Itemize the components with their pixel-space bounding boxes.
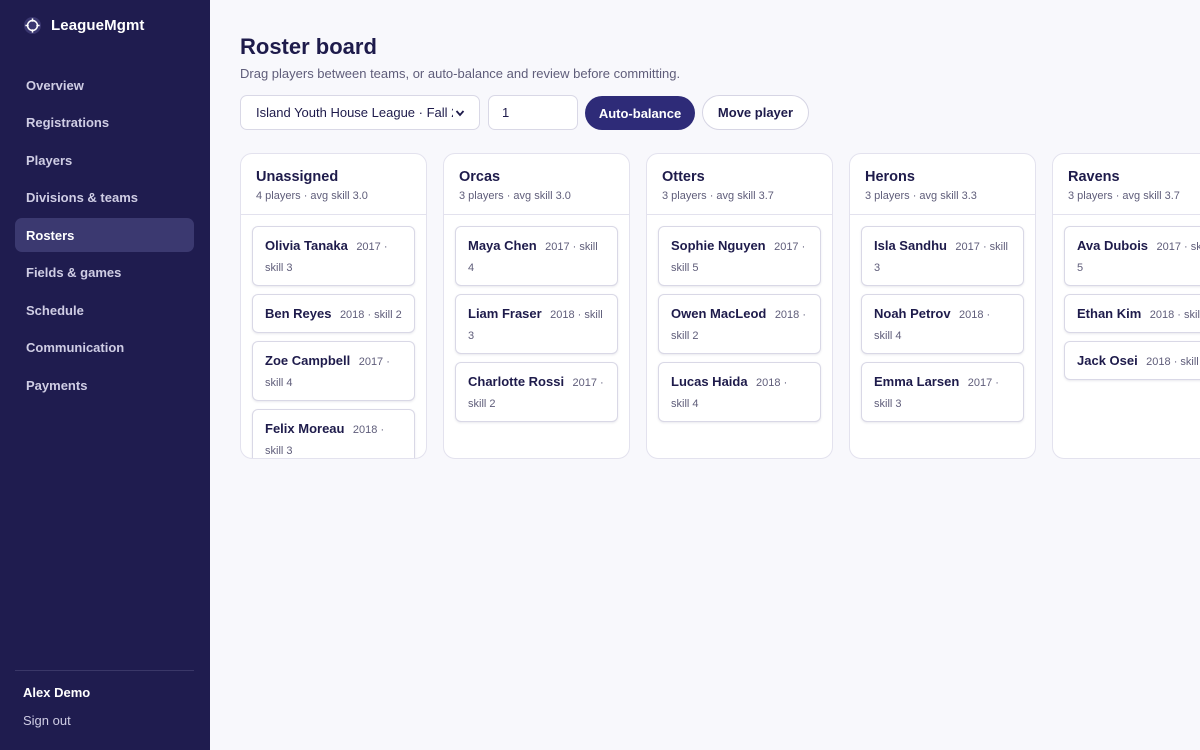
sidebar-item-label: Fields & games xyxy=(26,265,122,280)
player-name: Ethan Kim xyxy=(1077,306,1142,321)
player-name: Lucas Haida xyxy=(671,374,748,389)
sidebar-item-label: Schedule xyxy=(26,302,84,318)
player-card[interactable]: Zoe Campbell 2017 · skill 4 xyxy=(252,341,415,401)
player-card[interactable]: Maya Chen 2017 · skill 4 xyxy=(455,226,618,286)
count-input[interactable] xyxy=(488,95,578,130)
player-card[interactable]: Isla Sandhu 2017 · skill 3 xyxy=(861,226,1024,286)
player-card[interactable]: Liam Fraser 2018 · skill 3 xyxy=(455,294,618,354)
sidebar-item-label: Payments xyxy=(26,377,88,393)
player-name: Sophie Nguyen xyxy=(671,238,766,253)
sidebar-divider xyxy=(15,670,194,671)
sidebar-item-overview[interactable]: Overview xyxy=(15,68,194,102)
sidebar-item-schedule[interactable]: Schedule xyxy=(15,293,194,327)
card-list: Isla Sandhu 2017 · skill 3 Noah Petrov 2… xyxy=(850,215,1035,422)
column-header: Ravens 3 players · avg skill 3.7 xyxy=(1053,154,1200,215)
player-meta: 2018 · skill 2 xyxy=(339,309,402,321)
player-card[interactable]: Emma Larsen 2017 · skill 3 xyxy=(861,362,1024,422)
player-card[interactable]: Charlotte Rossi 2017 · skill 2 xyxy=(455,362,618,422)
sidebar: LeagueMgmt Overview Registrations Player… xyxy=(0,0,210,750)
player-name: Felix Moreau xyxy=(265,421,345,436)
sidebar-item-rosters[interactable]: Rosters xyxy=(15,218,194,252)
card-list: Sophie Nguyen 2017 · skill 5 Owen MacLeo… xyxy=(647,215,832,422)
player-card[interactable]: Jack Osei 2018 · skill 5 xyxy=(1064,341,1200,380)
player-name: Zoe Campbell xyxy=(265,353,351,368)
move-player-button[interactable]: Move player xyxy=(702,95,809,130)
sidebar-item-label: Players xyxy=(26,152,73,168)
player-card[interactable]: Owen MacLeod 2018 · skill 2 xyxy=(658,294,821,354)
column-title: Herons xyxy=(865,169,915,185)
player-name: Owen MacLeod xyxy=(671,306,767,321)
brand[interactable]: LeagueMgmt xyxy=(23,16,145,35)
column-stats: 4 players · avg skill 3.0 xyxy=(256,190,368,202)
player-card[interactable]: Ethan Kim 2018 · skill 3 xyxy=(1064,294,1200,333)
sidebar-item-divisions-teams[interactable]: Divisions & teams xyxy=(15,181,194,215)
sidebar-item-payments[interactable]: Payments xyxy=(15,368,194,402)
sidebar-item-label: Registrations xyxy=(26,115,110,130)
column-title: Orcas xyxy=(459,169,501,185)
user-name: Alex Demo xyxy=(23,685,91,700)
team-column-herons[interactable]: Herons 3 players · avg skill 3.3 Isla Sa… xyxy=(849,153,1036,459)
card-list: Ava Dubois 2017 · skill 5 Ethan Kim 2018… xyxy=(1053,215,1200,380)
team-column-otters[interactable]: Otters 3 players · avg skill 3.7 Sophie … xyxy=(646,153,833,459)
page-title: Roster board xyxy=(240,34,377,59)
league-select-value: Island Youth House League · Fall 2025 xyxy=(256,105,453,120)
player-card[interactable]: Sophie Nguyen 2017 · skill 5 xyxy=(658,226,821,286)
team-column-unassigned[interactable]: Unassigned 4 players · avg skill 3.0 Oli… xyxy=(240,153,427,459)
player-name: Noah Petrov xyxy=(874,306,951,321)
player-card[interactable]: Olivia Tanaka 2017 · skill 3 xyxy=(252,226,415,286)
page-subtitle: Drag players between teams, or auto-bala… xyxy=(240,66,681,81)
column-header: Unassigned 4 players · avg skill 3.0 xyxy=(241,154,426,215)
player-name: Maya Chen xyxy=(468,238,537,253)
auto-balance-button[interactable]: Auto-balance xyxy=(585,96,695,130)
sidebar-item-registrations[interactable]: Registrations xyxy=(15,106,194,140)
card-list: Maya Chen 2017 · skill 4 Liam Fraser 201… xyxy=(444,215,629,422)
player-meta: 2018 · skill 5 xyxy=(1146,356,1200,368)
player-card[interactable]: Ben Reyes 2018 · skill 2 xyxy=(252,294,415,333)
player-name: Olivia Tanaka xyxy=(265,238,348,253)
player-name: Liam Fraser xyxy=(468,306,542,321)
sign-out-link[interactable]: Sign out xyxy=(23,713,71,728)
sidebar-nav: Overview Registrations Players Divisions… xyxy=(15,68,194,406)
player-name: Ava Dubois xyxy=(1077,238,1149,253)
sidebar-item-label: Communication xyxy=(26,340,125,355)
player-meta: 2018 · skill 3 xyxy=(1149,309,1200,321)
player-card[interactable]: Noah Petrov 2018 · skill 4 xyxy=(861,294,1024,354)
roster-board: Unassigned 4 players · avg skill 3.0 Oli… xyxy=(240,153,1200,459)
sidebar-item-label: Rosters xyxy=(26,227,75,243)
column-title: Otters xyxy=(662,169,705,185)
player-name: Ben Reyes xyxy=(265,306,332,321)
column-stats: 3 players · avg skill 3.3 xyxy=(865,190,977,202)
column-title: Unassigned xyxy=(256,169,339,185)
column-header: Otters 3 players · avg skill 3.7 xyxy=(647,154,832,215)
player-name: Isla Sandhu xyxy=(874,238,947,253)
column-stats: 3 players · avg skill 3.7 xyxy=(662,190,774,202)
column-header: Herons 3 players · avg skill 3.3 xyxy=(850,154,1035,215)
player-card[interactable]: Felix Moreau 2018 · skill 3 xyxy=(252,409,415,458)
crosshair-logo-icon xyxy=(23,16,42,35)
league-select[interactable]: Island Youth House League · Fall 2025 xyxy=(240,95,480,130)
player-card[interactable]: Lucas Haida 2018 · skill 4 xyxy=(658,362,821,422)
player-card[interactable]: Ava Dubois 2017 · skill 5 xyxy=(1064,226,1200,286)
card-list: Olivia Tanaka 2017 · skill 3 Ben Reyes 2… xyxy=(241,215,426,458)
column-title: Ravens xyxy=(1068,169,1120,185)
column-stats: 3 players · avg skill 3.7 xyxy=(1068,190,1180,202)
player-name: Charlotte Rossi xyxy=(468,374,565,389)
app-name: LeagueMgmt xyxy=(51,17,145,34)
chevron-down-icon xyxy=(455,109,465,116)
sidebar-item-fields-games[interactable]: Fields & games xyxy=(15,256,194,290)
column-stats: 3 players · avg skill 3.0 xyxy=(459,190,571,202)
sidebar-item-players[interactable]: Players xyxy=(15,143,194,177)
main-content: Roster board Drag players between teams,… xyxy=(210,0,1200,750)
sidebar-item-label: Overview xyxy=(26,77,84,93)
column-header: Orcas 3 players · avg skill 3.0 xyxy=(444,154,629,215)
team-column-ravens[interactable]: Ravens 3 players · avg skill 3.7 Ava Dub… xyxy=(1052,153,1200,459)
player-name: Jack Osei xyxy=(1077,353,1138,368)
player-name: Emma Larsen xyxy=(874,374,960,389)
sidebar-item-communication[interactable]: Communication xyxy=(15,331,194,365)
sidebar-item-label: Divisions & teams xyxy=(26,190,138,205)
team-column-orcas[interactable]: Orcas 3 players · avg skill 3.0 Maya Che… xyxy=(443,153,630,459)
